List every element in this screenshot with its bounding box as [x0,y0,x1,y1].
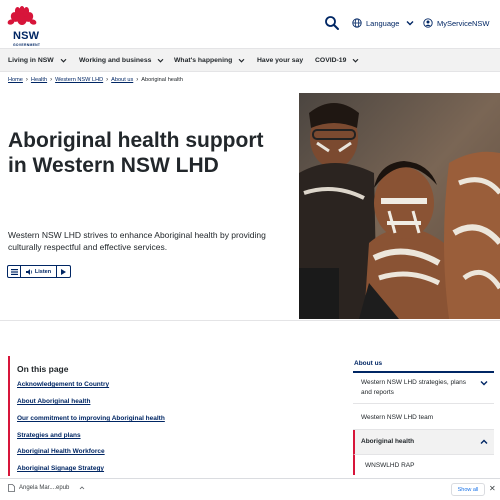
close-download-bar-icon[interactable]: ✕ [489,484,496,493]
globe-icon [352,18,362,28]
readspeaker-player: Listen [7,265,71,278]
language-label: Language [366,18,400,28]
listen-button[interactable]: Listen [21,266,57,277]
download-item[interactable]: Angela Mar....epub [8,484,85,492]
on-this-page-link-acknowledgement[interactable]: Acknowledgement to Country [17,381,109,388]
sidebar-item-label: Western NSW LHD strategies, plans and re… [361,379,466,396]
player-menu-button[interactable] [8,266,21,277]
chevron-down-icon [238,58,245,63]
breadcrumb-western-nsw-lhd[interactable]: Western NSW LHD [55,77,103,83]
browser-download-bar: Angela Mar....epub Show all ✕ [0,478,500,500]
chevron-up-icon[interactable] [480,439,488,445]
play-button[interactable] [57,266,70,277]
chevron-down-icon[interactable] [480,380,488,386]
nav-item-working-and-business[interactable]: Working and business [79,49,164,71]
nav-item-have-your-say[interactable]: Have your say [257,49,303,71]
breadcrumb-separator-icon: › [50,77,53,83]
logo-subtext: GOVERNMENT [13,43,41,47]
breadcrumb: Home › Health › Western NSW LHD › About … [8,77,183,83]
download-file-name: Angela Mar....epub [19,485,70,491]
nav-item-label: What's happening [174,56,233,64]
breadcrumb-home[interactable]: Home [8,77,23,83]
on-this-page: On this page Acknowledgement to Country … [8,356,308,476]
breadcrumb-current: Aboriginal health [141,77,183,83]
hero-intro: Western NSW LHD strives to enhance Abori… [8,230,266,252]
nav-item-covid-19[interactable]: COVID-19 [315,49,359,71]
nsw-government-logo[interactable]: NSW GOVERNMENT [6,6,41,47]
site-header: NSW GOVERNMENT Language MyServiceNSW [0,0,500,48]
menu-icon [10,268,18,275]
chevron-down-icon [352,58,359,63]
language-selector[interactable]: Language [352,16,414,30]
sidebar-item-team[interactable]: Western NSW LHD team [353,404,494,430]
nav-item-living-in-nsw[interactable]: Living in NSW [8,49,67,71]
on-this-page-link-workforce[interactable]: Aboriginal Health Workforce [17,448,105,455]
nav-item-label: Living in NSW [8,56,54,64]
breadcrumb-separator-icon: › [106,77,109,83]
chevron-down-icon [60,58,67,63]
on-this-page-link-our-commitment[interactable]: Our commitment to improving Aboriginal h… [17,415,165,422]
show-all-downloads-button[interactable]: Show all [451,483,485,496]
nav-item-whats-happening[interactable]: What's happening [174,49,245,71]
sidebar-about-us: About us Western NSW LHD strategies, pla… [353,355,494,475]
sidebar-item-label: WNSWLHD RAP [365,462,415,469]
breadcrumb-health[interactable]: Health [31,77,47,83]
chevron-down-icon [406,21,414,26]
on-this-page-title: On this page [17,364,69,374]
sidebar-item-aboriginal-health[interactable]: Aboriginal health [353,430,494,455]
speaker-icon [25,268,32,275]
sidebar-title[interactable]: About us [354,360,382,367]
nav-item-label: COVID-19 [315,56,347,64]
hero-photo-children-ochre-paint [299,93,500,319]
hero-image [299,93,500,319]
user-icon [423,18,433,28]
chevron-up-icon[interactable] [79,486,85,490]
logo-wordmark: NSW [13,30,40,42]
listen-label: Listen [34,268,52,275]
file-icon [8,484,15,492]
page-title: Aboriginal health support in Western NSW… [8,129,264,177]
nav-item-label: Working and business [79,56,152,64]
on-this-page-link-signage-strategy[interactable]: Aboriginal Signage Strategy [17,465,104,472]
waratah-icon [7,6,37,25]
myservicensw-link[interactable]: MyServiceNSW [423,16,490,30]
search-icon [325,16,339,30]
sidebar-item-label: Western NSW LHD team [361,414,434,421]
breadcrumb-separator-icon: › [136,77,139,83]
sidebar-item-label: Aboriginal health [361,438,415,445]
search-button[interactable] [324,15,340,31]
sidebar-item-strategies[interactable]: Western NSW LHD strategies, plans and re… [353,373,494,404]
breadcrumb-about-us[interactable]: About us [111,77,133,83]
on-this-page-link-strategies-and-plans[interactable]: Strategies and plans [17,432,81,439]
main-navigation: Living in NSW Working and business What'… [0,48,500,72]
section-divider [0,320,500,321]
play-icon [61,268,66,275]
on-this-page-link-about-aboriginal-health[interactable]: About Aboriginal health [17,398,90,405]
nav-item-label: Have your say [257,56,304,64]
myservicensw-label: MyServiceNSW [437,18,490,28]
chevron-down-icon [157,58,164,63]
sidebar-item-wnswlhd-rap[interactable]: WNSWLHD RAP [353,455,494,475]
breadcrumb-separator-icon: › [25,77,28,83]
